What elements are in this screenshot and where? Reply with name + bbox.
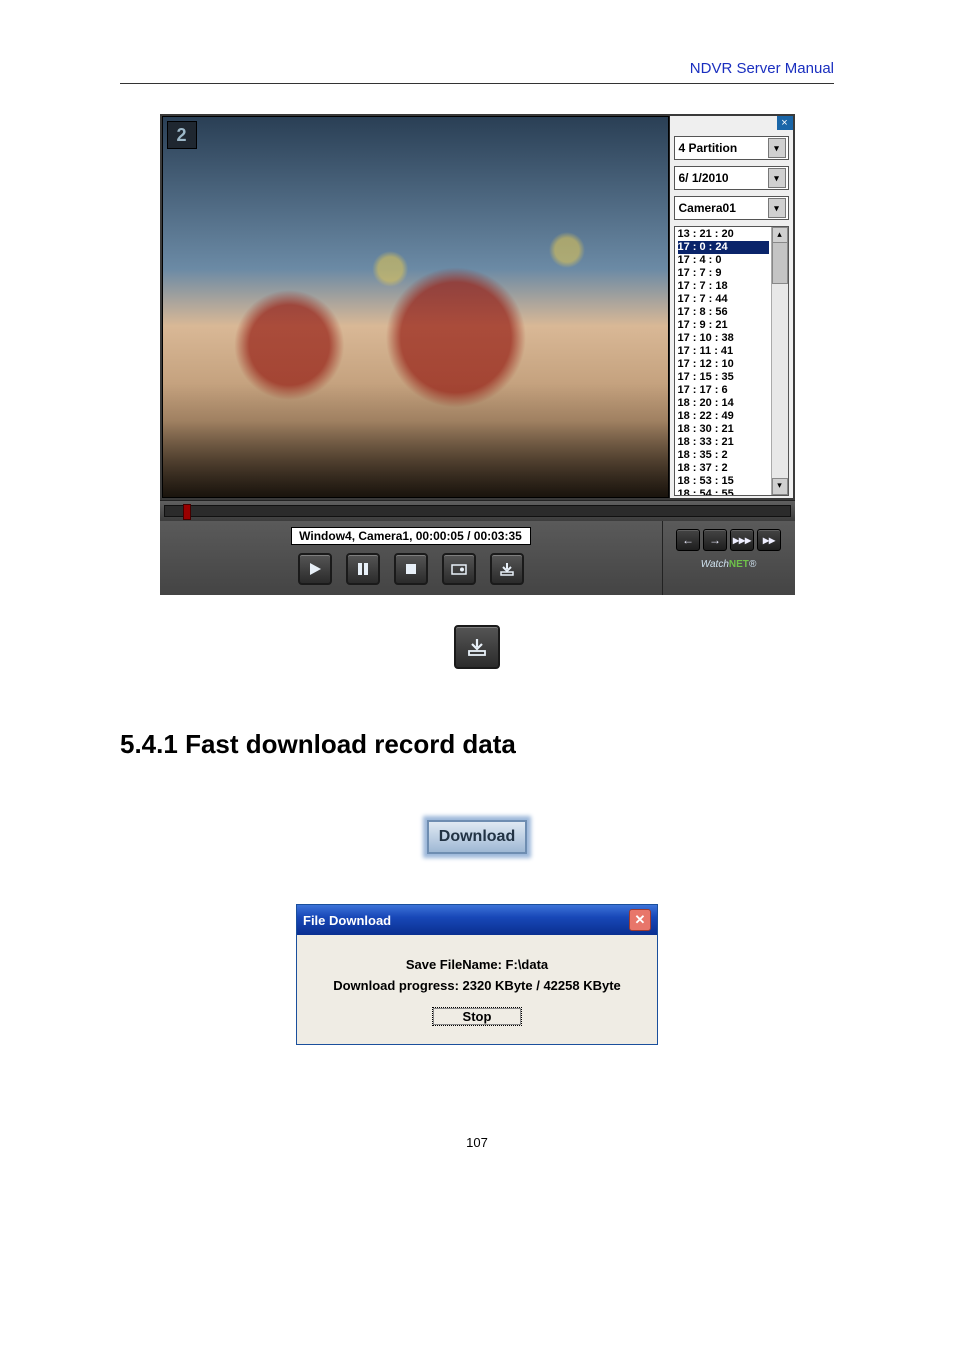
camera-select[interactable]: Camera01 ▾ <box>674 196 789 220</box>
nav-button-row: ← → ▸▸▸ ▸▸ <box>676 529 781 551</box>
section-heading: 5.4.1 Fast download record data <box>120 729 834 760</box>
playback-status: Window4, Camera1, 00:00:05 / 00:03:35 <box>291 527 531 545</box>
player-window: 2 × 4 Partition ▾ 6/ 1/2010 ▾ Camera01 ▾… <box>160 114 795 595</box>
time-item[interactable]: 17 : 7 : 18 <box>678 280 769 293</box>
camera-value: Camera01 <box>679 201 736 215</box>
time-item[interactable]: 18 : 37 : 2 <box>678 462 769 475</box>
time-item[interactable]: 17 : 11 : 41 <box>678 345 769 358</box>
download-rect-button[interactable]: Download <box>427 820 527 854</box>
scrollbar[interactable]: ▴ ▾ <box>771 227 788 495</box>
time-item[interactable]: 18 : 22 : 49 <box>678 410 769 423</box>
video-viewport[interactable]: 2 <box>162 116 669 498</box>
close-icon[interactable]: ✕ <box>629 909 651 931</box>
download-button[interactable] <box>490 553 524 585</box>
dialog-progress: Download progress: 2320 KByte / 42258 KB… <box>307 978 647 993</box>
play-button[interactable] <box>298 553 332 585</box>
page-header: NDVR Server Manual <box>120 60 834 84</box>
brand-label: WatchNET® <box>701 559 757 570</box>
time-item[interactable]: 17 : 15 : 35 <box>678 371 769 384</box>
time-item[interactable]: 17 : 8 : 56 <box>678 306 769 319</box>
time-item[interactable]: 17 : 17 : 6 <box>678 384 769 397</box>
seek-bar-row <box>160 500 795 521</box>
download-icon <box>454 625 500 669</box>
date-select[interactable]: 6/ 1/2010 ▾ <box>674 166 789 190</box>
scroll-down-icon[interactable]: ▾ <box>772 478 788 495</box>
time-item[interactable]: 18 : 20 : 14 <box>678 397 769 410</box>
dialog-title: File Download <box>303 913 391 928</box>
time-item[interactable]: 18 : 53 : 15 <box>678 475 769 488</box>
time-item[interactable]: 18 : 30 : 21 <box>678 423 769 436</box>
file-download-dialog: File Download ✕ Save FileName: F:\data D… <box>296 904 658 1045</box>
close-icon[interactable]: × <box>777 116 793 130</box>
seek-thumb[interactable] <box>183 504 191 520</box>
pause-button[interactable] <box>346 553 380 585</box>
time-item[interactable]: 17 : 7 : 9 <box>678 267 769 280</box>
time-item[interactable]: 17 : 12 : 10 <box>678 358 769 371</box>
time-item[interactable]: 18 : 33 : 21 <box>678 436 769 449</box>
snapshot-button[interactable] <box>442 553 476 585</box>
scroll-thumb[interactable] <box>772 242 788 284</box>
partition-select[interactable]: 4 Partition ▾ <box>674 136 789 160</box>
dialog-filename: Save FileName: F:\data <box>307 957 647 972</box>
time-listbox[interactable]: 13 : 21 : 2017 : 0 : 2417 : 4 : 017 : 7 … <box>674 226 789 496</box>
partition-value: 4 Partition <box>679 141 738 155</box>
time-item[interactable]: 17 : 9 : 21 <box>678 319 769 332</box>
camera-badge: 2 <box>167 121 197 149</box>
seek-track[interactable] <box>164 505 791 517</box>
nav-back-button[interactable]: ← <box>676 529 700 551</box>
time-item[interactable]: 17 : 10 : 38 <box>678 332 769 345</box>
time-item[interactable]: 17 : 4 : 0 <box>678 254 769 267</box>
side-panel: × 4 Partition ▾ 6/ 1/2010 ▾ Camera01 ▾ 1… <box>669 116 793 498</box>
time-item[interactable]: 13 : 21 : 20 <box>678 228 769 241</box>
chevron-down-icon[interactable]: ▾ <box>768 168 786 188</box>
chevron-down-icon[interactable]: ▾ <box>768 198 786 218</box>
nav-forward-button[interactable]: → <box>703 529 727 551</box>
page-number: 107 <box>120 1135 834 1150</box>
nav-fast-forward-button[interactable]: ▸▸▸ <box>730 529 754 551</box>
stop-button[interactable] <box>394 553 428 585</box>
nav-end-button[interactable]: ▸▸ <box>757 529 781 551</box>
time-item[interactable]: 17 : 7 : 44 <box>678 293 769 306</box>
dialog-titlebar[interactable]: File Download ✕ <box>297 905 657 935</box>
date-value: 6/ 1/2010 <box>679 171 729 185</box>
stop-button[interactable]: Stop <box>432 1007 523 1026</box>
chevron-down-icon[interactable]: ▾ <box>768 138 786 158</box>
time-item[interactable]: 17 : 0 : 24 <box>678 241 769 254</box>
time-item[interactable]: 18 : 54 : 55 <box>678 488 769 495</box>
time-item[interactable]: 18 : 35 : 2 <box>678 449 769 462</box>
